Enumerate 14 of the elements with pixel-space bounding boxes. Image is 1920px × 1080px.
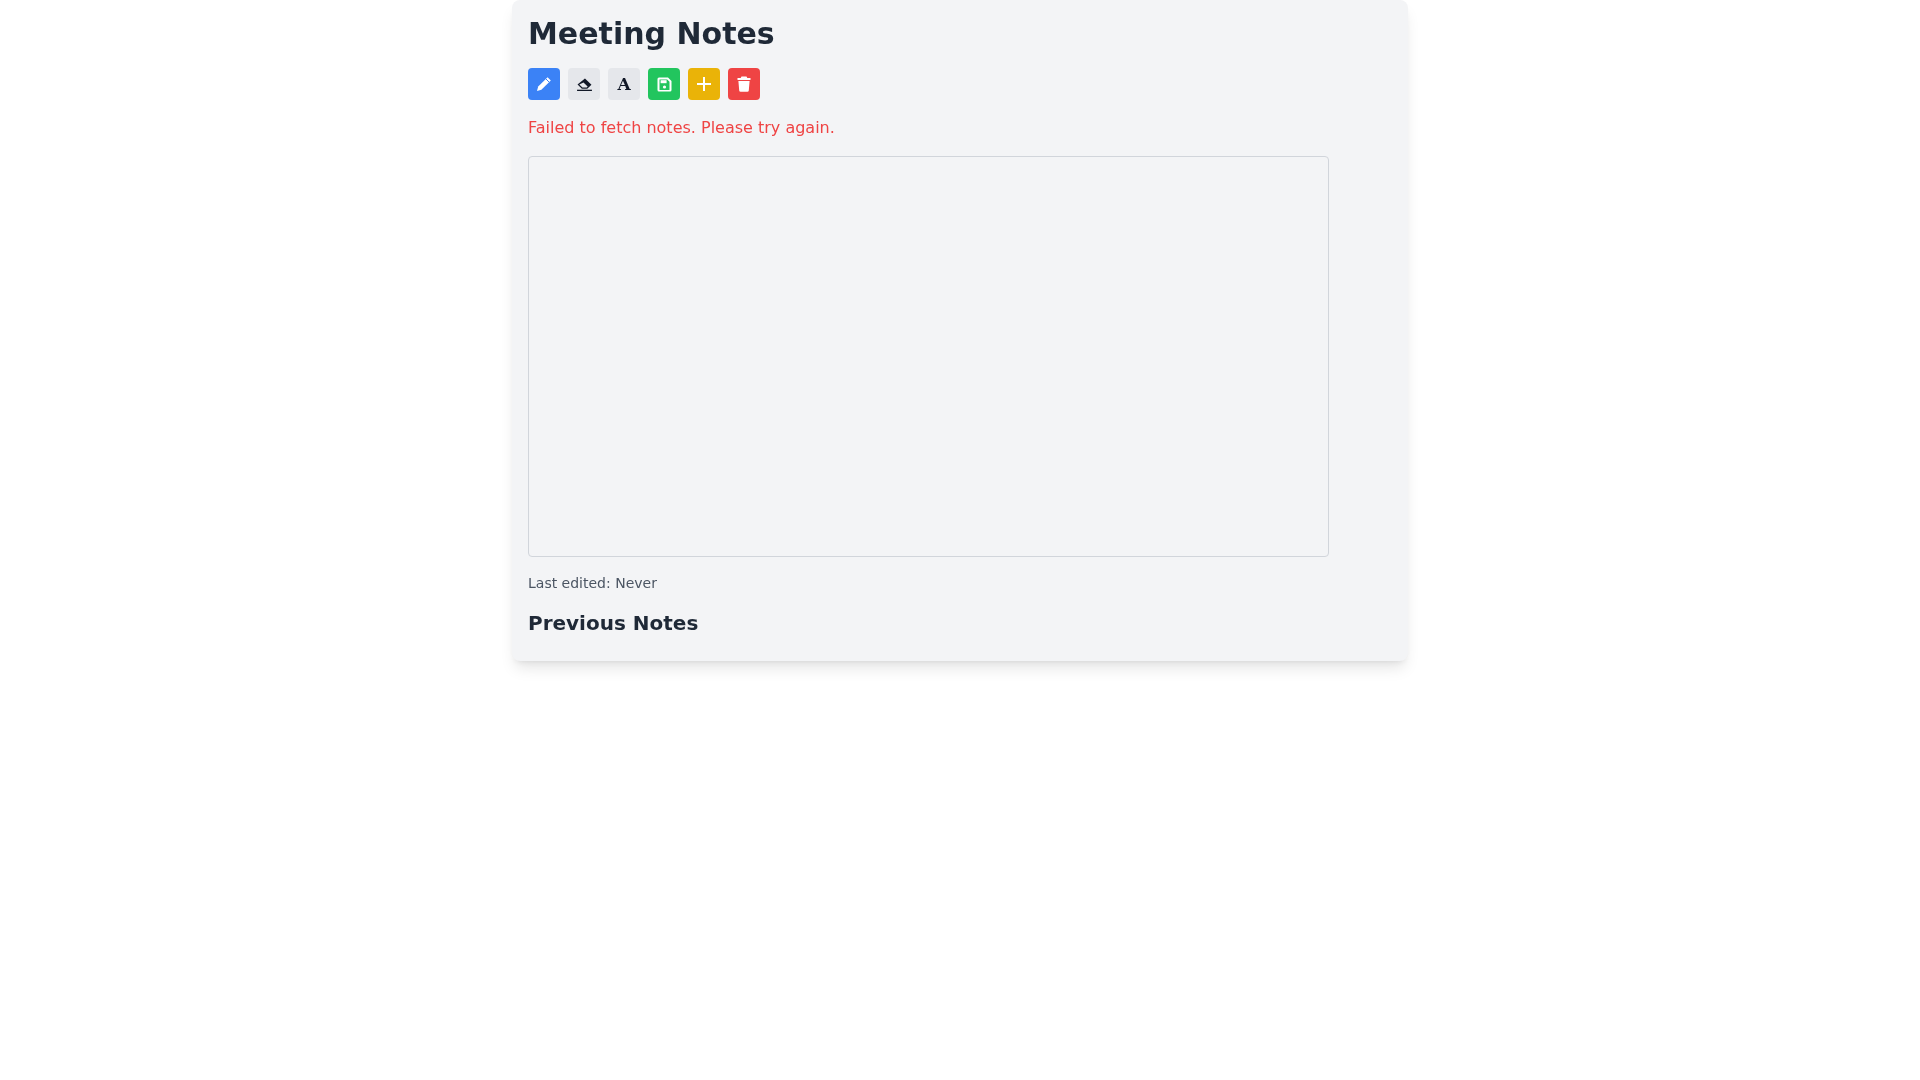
page-title: Meeting Notes [528, 16, 775, 52]
delete-button[interactable] [728, 68, 760, 100]
pencil-icon [536, 76, 552, 92]
last-edited-text: Last edited: Never [528, 574, 657, 593]
section-heading: Previous Notes [528, 610, 699, 637]
error-message: Failed to fetch notes. Please try again. [528, 117, 835, 139]
add-button[interactable] [688, 68, 720, 100]
plus-icon [697, 77, 711, 91]
font-button[interactable]: A [608, 68, 640, 100]
edit-button[interactable] [528, 68, 560, 100]
save-button[interactable] [648, 68, 680, 100]
trash-icon [737, 76, 751, 92]
eraser-icon [575, 77, 593, 91]
erase-button[interactable] [568, 68, 600, 100]
